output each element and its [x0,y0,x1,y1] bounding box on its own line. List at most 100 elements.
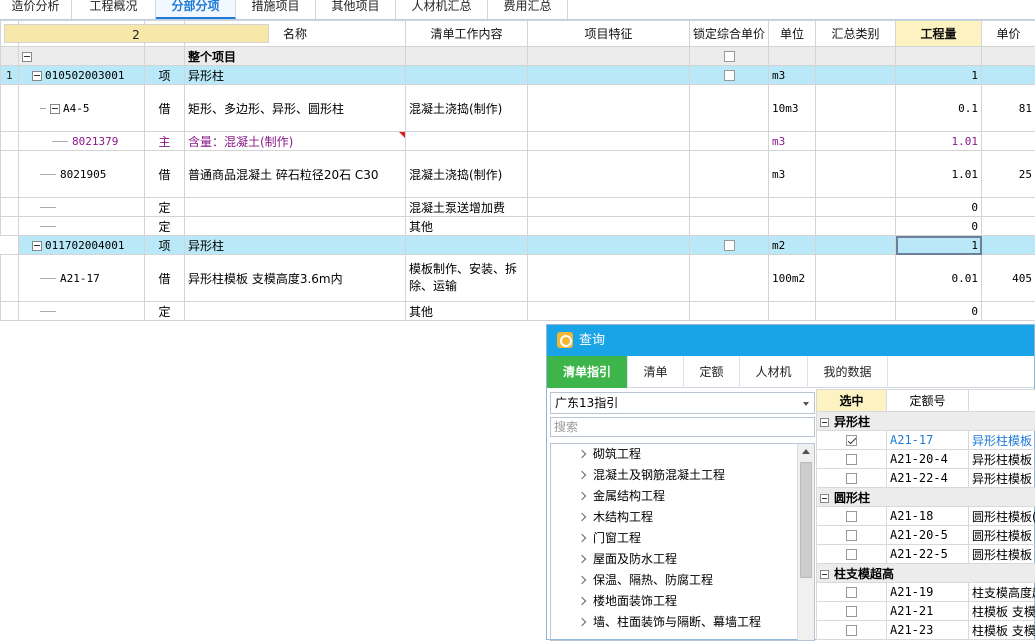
cell-unit[interactable]: m3 [769,66,816,85]
select-checkbox[interactable] [846,549,857,560]
collapse-icon[interactable] [22,52,32,62]
tab-bill-guide[interactable]: 清单指引 [547,356,628,388]
cell-quantity[interactable]: 0 [896,217,982,236]
table-row[interactable]: 定 其他 0 [1,217,1035,236]
cell-unit[interactable]: 10m3 [769,85,816,132]
cell-name[interactable]: 异形柱 [185,236,406,255]
tab-labor-material[interactable]: 人材机 [740,356,808,388]
cell-code[interactable]: 010502003001 [45,69,124,82]
lock-checkbox[interactable] [724,70,735,81]
cell-name[interactable]: 含量：混凝土(制作) [185,132,406,151]
header-work-content[interactable]: 清单工作内容 [406,21,528,47]
tab-division-items[interactable]: 分部分项 [156,0,236,19]
cell-name[interactable]: 矩形、多边形、异形、圆形柱 [185,85,406,132]
cell-type[interactable]: 定 [145,302,185,321]
tab-measures[interactable]: 措施项目 [236,0,316,19]
tree-item[interactable]: 混凝土及钢筋混凝土工程 [551,465,814,486]
cell-quantity[interactable]: 0.01 [896,255,982,302]
cell-unit-price[interactable]: 405 [982,255,1035,302]
scrollbar-thumb[interactable] [800,462,812,578]
cell-type[interactable]: 项 [145,236,185,255]
tab-fee-summary[interactable]: 费用汇总 [488,0,568,19]
table-row[interactable]: 8021379 主 含量：混凝土(制作) m3 1.01 [1,132,1035,151]
collapse-icon[interactable] [32,241,42,251]
quota-row[interactable]: A21-22-4异形柱模板 [817,469,1035,488]
tree-item[interactable]: 砌筑工程 [551,444,814,465]
lock-checkbox[interactable] [724,51,735,62]
header-quota-name[interactable] [969,390,1035,412]
cell-code[interactable]: 8021905 [60,168,106,181]
tree-item[interactable]: 木结构工程 [551,507,814,528]
cell-type[interactable]: 借 [145,151,185,198]
cell-work-content[interactable]: 混凝土浇捣(制作) [406,151,528,198]
cell-unit-price[interactable]: 81 [982,85,1035,132]
header-selected[interactable]: 选中 [817,390,887,412]
cell-code[interactable]: 011702004001 [45,239,124,252]
header-summary-category[interactable]: 汇总类别 [816,21,896,47]
group-row[interactable]: 异形柱 [817,412,1035,431]
cell-work-content[interactable]: 模板制作、安装、拆除、运输 [406,255,528,302]
header-quota-code[interactable]: 定额号 [887,390,969,412]
collapse-icon[interactable] [820,418,829,427]
select-checkbox[interactable] [846,606,857,617]
cell-code[interactable]: A4-5 [63,102,90,115]
tab-my-data[interactable]: 我的数据 [808,356,888,388]
cell-quantity[interactable]: 1 [896,236,982,255]
quota-row[interactable]: A21-22-5圆形柱模板 [817,545,1035,564]
header-unit-price[interactable]: 单价 [982,21,1035,47]
cell-name[interactable]: 异形柱 [185,66,406,85]
cell-work-content[interactable]: 其他 [406,217,528,236]
select-checkbox[interactable] [846,454,857,465]
table-row[interactable]: A4-5 借 矩形、多边形、异形、圆形柱 混凝土浇捣(制作) 10m3 0.1 … [1,85,1035,132]
cell-work-content[interactable]: 其他 [406,302,528,321]
cell-type[interactable]: 项 [145,66,185,85]
search-input[interactable]: 搜索 [550,417,815,437]
quota-row[interactable]: A21-20-5圆形柱模板 [817,526,1035,545]
header-quantity[interactable]: 工程量 [896,21,982,47]
table-row[interactable]: 定 混凝土泵送增加费 0 [1,198,1035,217]
tree-item[interactable]: 屋面及防水工程 [551,549,814,570]
header-feature[interactable]: 项目特征 [528,21,690,47]
header-unit[interactable]: 单位 [769,21,816,47]
scrollbar[interactable] [797,444,814,641]
quota-row[interactable]: A21-21柱模板 支模 [817,602,1035,621]
cell-quantity[interactable]: 1.01 [896,132,982,151]
tab-bill[interactable]: 清单 [628,356,684,388]
cell-quantity[interactable]: 0.1 [896,85,982,132]
quota-row[interactable]: A21-20-4异形柱模板 [817,450,1035,469]
tab-cost-analysis[interactable]: 造价分析 [0,0,72,19]
lock-checkbox[interactable] [724,240,735,251]
cell-work-content[interactable]: 混凝土泵送增加费 [406,198,528,217]
tree-item[interactable]: 门窗工程 [551,528,814,549]
cell-unit[interactable]: m3 [769,151,816,198]
cell-type[interactable]: 定 [145,198,185,217]
table-row[interactable]: 8021905 借 普通商品混凝土 碎石粒径20石 C30 混凝土浇捣(制作) … [1,151,1035,198]
header-lock-price[interactable]: 锁定综合单价 [690,21,769,47]
tree-item[interactable]: 保温、隔热、防腐工程 [551,570,814,591]
cell-name[interactable]: 普通商品混凝土 碎石粒径20石 C30 [185,151,406,198]
cell-work-content[interactable]: 混凝土浇捣(制作) [406,85,528,132]
cell-type[interactable]: 借 [145,85,185,132]
cell-type[interactable]: 借 [145,255,185,302]
table-row[interactable]: 整个项目 [1,47,1035,66]
table-row[interactable]: A21-17 借 异形柱模板 支模高度3.6m内 模板制作、安装、拆除、运输 1… [1,255,1035,302]
cell-unit[interactable]: m2 [769,236,816,255]
select-checkbox[interactable] [846,511,857,522]
table-row[interactable]: 1 010502003001 项 异形柱 m3 1 [1,66,1035,85]
cell-type[interactable]: 定 [145,217,185,236]
cell-name[interactable]: 异形柱模板 支模高度3.6m内 [185,255,406,302]
collapse-icon[interactable] [820,494,829,503]
tab-project-overview[interactable]: 工程概况 [72,0,156,19]
group-row[interactable]: 圆形柱 [817,488,1035,507]
select-checkbox[interactable] [846,530,857,541]
collapse-icon[interactable] [50,104,60,114]
cell-quantity[interactable]: 1.01 [896,151,982,198]
cell-unit[interactable]: m3 [769,132,816,151]
tab-labor-material-summary[interactable]: 人材机汇总 [396,0,488,19]
collapse-icon[interactable] [820,570,829,579]
cell-quantity[interactable]: 1 [896,66,982,85]
collapse-icon[interactable] [32,71,42,81]
cell-code[interactable]: 8021379 [72,135,118,148]
tree-item[interactable]: 金属结构工程 [551,486,814,507]
select-checkbox[interactable] [846,587,857,598]
